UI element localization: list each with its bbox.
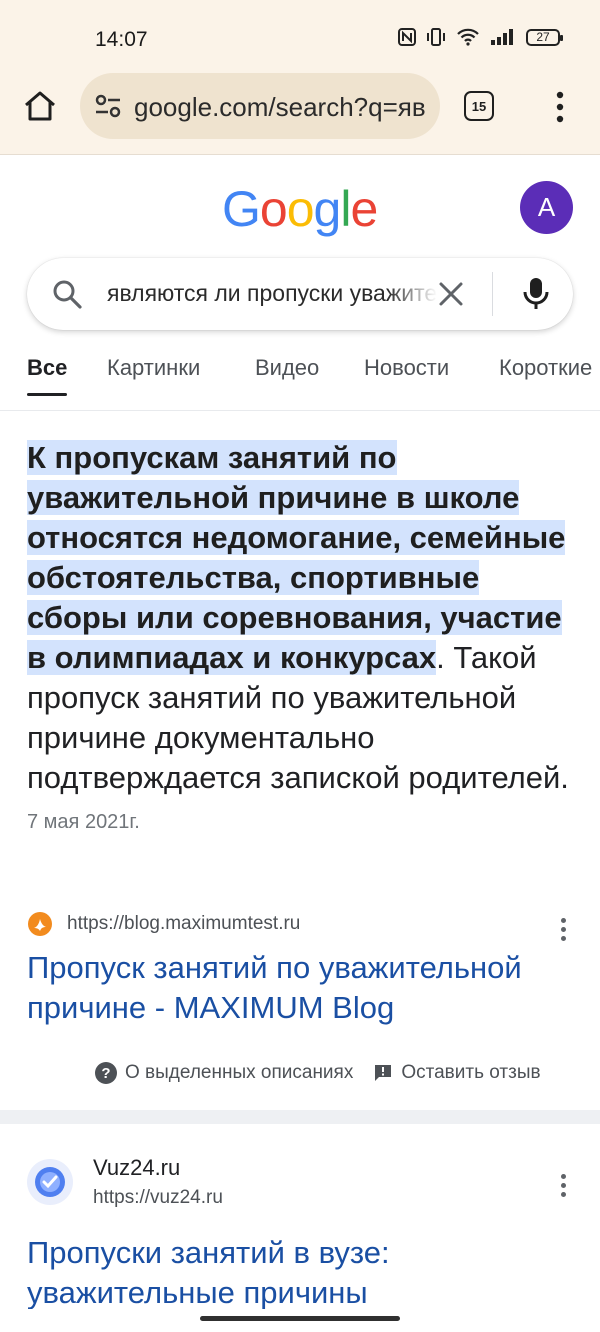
about-snippets-link[interactable]: О выделенных описаниях — [125, 1062, 353, 1084]
logo-letter: o — [286, 181, 315, 237]
more-options-icon[interactable] — [560, 1174, 568, 1198]
result-title-link[interactable]: Пропуски занятий в вузе: уважительные пр… — [27, 1233, 587, 1309]
feedback-link[interactable]: Оставить отзыв — [401, 1062, 540, 1084]
nfc-icon — [398, 28, 416, 46]
tab-news[interactable]: Новости — [364, 355, 449, 381]
search-input[interactable]: являются ли пропуски уважительными — [107, 280, 437, 307]
help-icon[interactable]: ? — [95, 1062, 117, 1084]
tab-images[interactable]: Картинки — [107, 355, 200, 381]
clear-icon[interactable] — [437, 280, 465, 308]
account-avatar[interactable]: A — [520, 181, 573, 234]
address-bar[interactable]: google.com/search?q=яв — [80, 73, 440, 139]
tab-video[interactable]: Видео — [255, 355, 319, 381]
feedback-icon[interactable] — [373, 1063, 393, 1083]
battery-icon: 27 — [526, 28, 563, 46]
check-badge-icon — [35, 1167, 65, 1197]
logo-letter: g — [313, 181, 342, 237]
section-separator — [0, 1110, 600, 1124]
tab-shorts[interactable]: Короткие — [499, 355, 592, 381]
logo-letter: G — [222, 181, 261, 237]
home-icon[interactable] — [22, 88, 58, 124]
featured-snippet: К пропускам занятий по уважительной прич… — [27, 438, 577, 842]
wifi-icon — [457, 28, 479, 46]
more-menu-icon[interactable] — [550, 90, 570, 124]
vuz24-favicon-icon — [27, 1159, 73, 1205]
more-options-icon[interactable] — [560, 918, 568, 942]
result-title-link[interactable]: Пропуск занятий по уважительной причине … — [27, 948, 587, 1028]
maximum-favicon-icon — [28, 912, 52, 936]
logo-letter: e — [350, 181, 378, 237]
snippet-footer: ? О выделенных описаниях Оставить отзыв — [95, 1058, 541, 1088]
search-divider — [492, 272, 493, 316]
status-time: 14:07 — [95, 28, 148, 51]
status-icons: 27 — [398, 28, 563, 46]
browser-chrome: 14:07 27 google.com/search?q=яв 15 — [0, 0, 600, 155]
signal-icon — [491, 29, 513, 45]
microphone-icon[interactable] — [521, 277, 551, 311]
vibrate-icon — [427, 28, 445, 46]
address-url[interactable]: google.com/search?q=яв — [134, 92, 426, 123]
status-bar: 14:07 27 — [0, 0, 600, 60]
tab-all[interactable]: Все — [27, 355, 67, 381]
active-tab-indicator — [27, 393, 67, 396]
logo-letter: o — [259, 181, 288, 237]
gesture-navigation-bar[interactable] — [200, 1316, 400, 1321]
google-logo: Google — [222, 180, 378, 238]
result-url[interactable]: https://vuz24.ru — [93, 1187, 223, 1209]
result-site-name[interactable]: Vuz24.ru — [93, 1155, 180, 1181]
divider — [0, 410, 600, 411]
logo-letter: l — [340, 181, 351, 237]
site-settings-icon[interactable] — [94, 93, 122, 119]
snippet-source[interactable]: https://blog.maximumtest.ru — [27, 909, 577, 939]
tab-switcher-button[interactable]: 15 — [464, 91, 494, 121]
search-box[interactable]: являются ли пропуски уважительными — [27, 258, 573, 330]
search-icon — [53, 280, 82, 309]
snippet-date: 7 мая 2021г. — [27, 811, 140, 833]
source-url[interactable]: https://blog.maximumtest.ru — [67, 913, 300, 935]
